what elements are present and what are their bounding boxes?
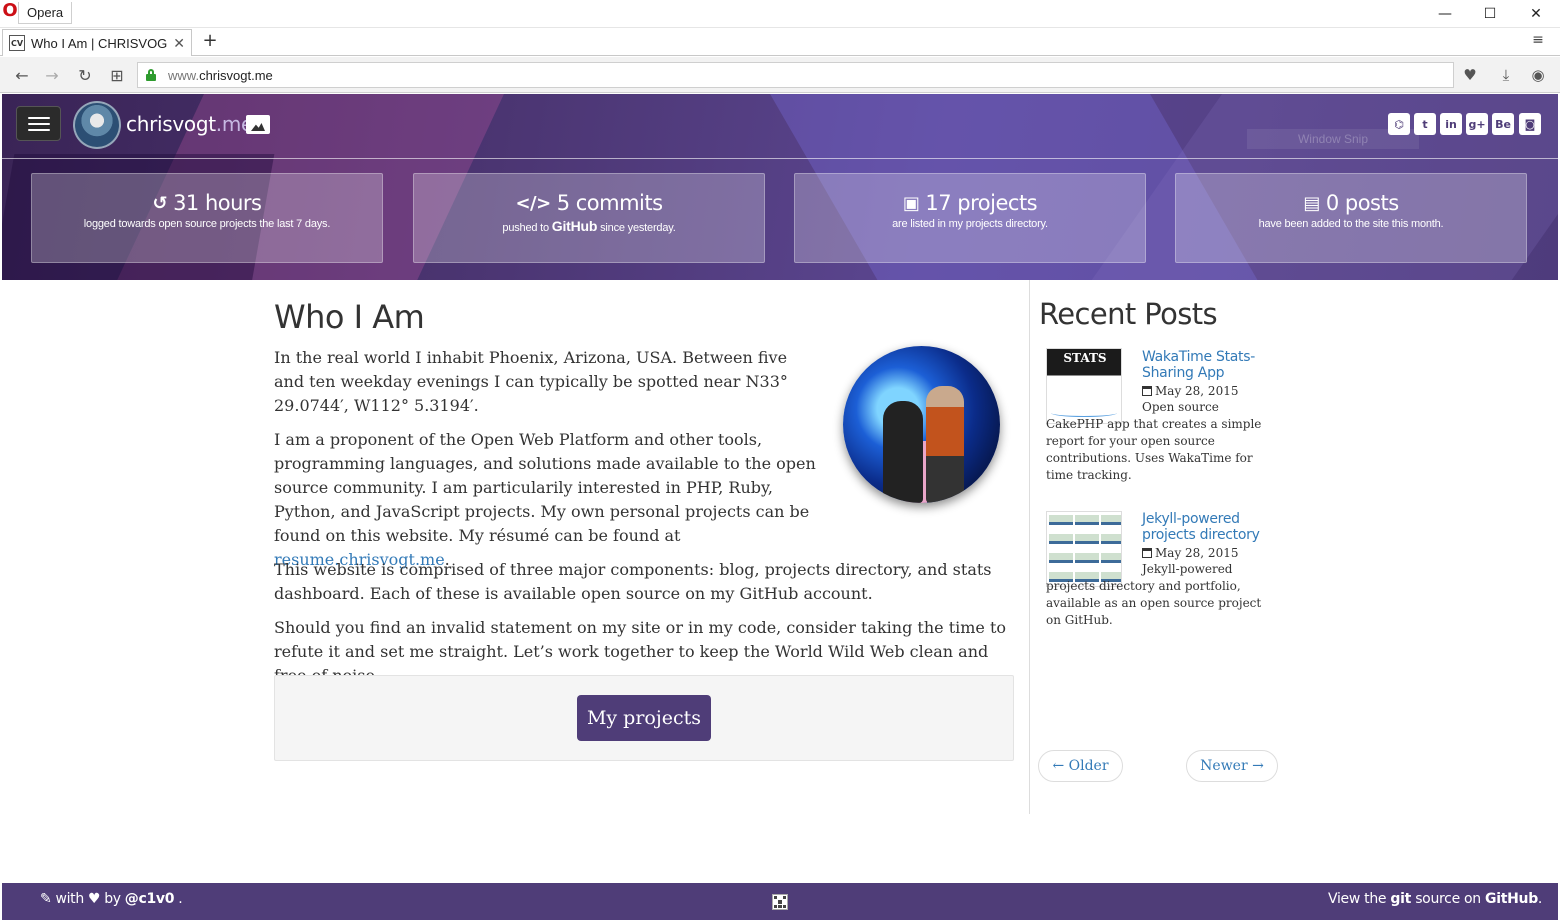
heart-icon: ♥ <box>87 891 101 907</box>
recent-posts-heading: Recent Posts <box>1039 297 1218 331</box>
reload-icon[interactable]: ↻ <box>73 63 97 87</box>
maximize-button[interactable]: ☐ <box>1467 0 1513 28</box>
post-date: May 28, 2015 <box>1142 545 1238 561</box>
calendar-icon <box>1142 386 1152 396</box>
about-paragraph: I am a proponent of the Open Web Platfor… <box>274 430 816 569</box>
save-icon: ▣ <box>902 192 920 214</box>
stat-card-projects[interactable]: ▣ 17 projects are listed in my projects d… <box>794 173 1146 263</box>
github-wordmark: GitHub <box>1485 891 1538 907</box>
footer-credit: ✎ with ♥ by @c1v0. <box>40 891 183 907</box>
header-divider <box>2 158 1558 159</box>
close-tab-icon[interactable]: ✕ <box>173 35 185 52</box>
author-handle-link[interactable]: @c1v0 <box>125 891 175 907</box>
favicon-icon: CV <box>9 35 25 51</box>
intro-paragraph: In the real world I inhabit Phoenix, Ari… <box>274 348 788 415</box>
tab-active[interactable]: CV Who I Am | CHRISVOGT.me ✕ <box>2 29 192 56</box>
url-host: www. <box>168 67 200 83</box>
image-icon[interactable] <box>246 115 270 134</box>
pencil-icon: ✎ <box>40 891 52 907</box>
stat-card-posts[interactable]: ▤ 0 posts have been added to the site thi… <box>1175 173 1527 263</box>
instagram-icon[interactable]: ◙ <box>1519 113 1541 135</box>
newspaper-icon: ▤ <box>1303 192 1320 214</box>
calendar-icon <box>1142 548 1152 558</box>
url-domain: chrisvogt.me <box>199 67 273 83</box>
older-button[interactable]: ← Older <box>1038 750 1123 782</box>
post-excerpt: Open source CakePHP app that creates a s… <box>1046 400 1262 482</box>
post-title-link[interactable]: WakaTime Stats-Sharing App <box>1142 349 1272 381</box>
behance-icon[interactable]: Be <box>1492 113 1514 135</box>
site-name-link[interactable]: chrisvogt.me <box>126 112 253 136</box>
tab-bar <box>0 28 1560 56</box>
stat-caption: are listed in my projects directory. <box>892 218 1048 230</box>
back-icon[interactable]: ← <box>10 63 34 87</box>
hamburger-menu-button[interactable] <box>16 106 61 141</box>
post-date: May 28, 2015 <box>1142 383 1238 399</box>
avatar[interactable] <box>73 101 121 149</box>
stat-value: 31 hours <box>173 191 262 215</box>
history-icon: ↺ <box>152 192 168 214</box>
opera-menu-button[interactable]: Opera <box>18 2 73 24</box>
linkedin-icon[interactable]: in <box>1440 113 1462 135</box>
tab-title: Who I Am | CHRISVOGT.me <box>31 35 168 51</box>
components-paragraph: This website is comprised of three major… <box>274 560 992 603</box>
page-title: Who I Am <box>274 298 425 336</box>
post-title-link[interactable]: Jekyll-powered projects directory <box>1142 511 1272 543</box>
speed-dial-icon[interactable]: ⊞ <box>105 63 129 87</box>
window-snip-label: Window Snip <box>1247 129 1419 149</box>
stat-card-hours[interactable]: ↺ 31 hours logged towards open source pro… <box>31 173 383 263</box>
opera-logo-icon[interactable]: O <box>0 0 20 21</box>
google-plus-icon[interactable]: g+ <box>1466 113 1488 135</box>
forward-icon[interactable]: → <box>40 63 64 87</box>
tab-menu-icon[interactable]: ≡ <box>1528 32 1548 52</box>
window-titlebar <box>0 0 1560 28</box>
close-window-button[interactable]: ✕ <box>1513 0 1559 28</box>
heart-icon[interactable]: ♥ <box>1459 64 1481 86</box>
git-wordmark: git <box>1390 891 1412 907</box>
profile-photo <box>843 346 1000 503</box>
github-wordmark: GitHub <box>551 218 598 234</box>
stat-card-commits[interactable]: </> 5 commits pushed to GitHub since yest… <box>413 173 765 263</box>
stat-value: 0 posts <box>1325 191 1399 215</box>
my-projects-button[interactable]: My projects <box>577 695 711 741</box>
sidebar-divider <box>1029 280 1030 814</box>
code-icon: </> <box>515 192 551 214</box>
newer-button[interactable]: Newer → <box>1186 750 1278 782</box>
minimize-button[interactable]: — <box>1422 0 1468 28</box>
new-tab-button[interactable]: + <box>200 30 220 52</box>
address-field[interactable]: www. chrisvogt.me <box>137 62 1454 88</box>
stat-caption: logged towards open source projects the … <box>83 218 331 230</box>
download-icon[interactable]: ⤓ <box>1495 64 1517 86</box>
post-excerpt: Jekyll-powered projects directory and po… <box>1046 562 1262 627</box>
stat-caption: have been added to the site this month. <box>1258 218 1444 230</box>
account-icon[interactable]: ◉ <box>1527 64 1549 86</box>
stat-caption: pushed to GitHub since yesterday. <box>502 218 676 234</box>
stat-value: 17 projects <box>925 191 1038 215</box>
footer-source-link[interactable]: View the git source on GitHub. <box>1328 891 1542 907</box>
lock-icon <box>146 69 156 81</box>
qr-code-icon[interactable] <box>772 894 788 910</box>
stat-value: 5 commits <box>556 191 663 215</box>
